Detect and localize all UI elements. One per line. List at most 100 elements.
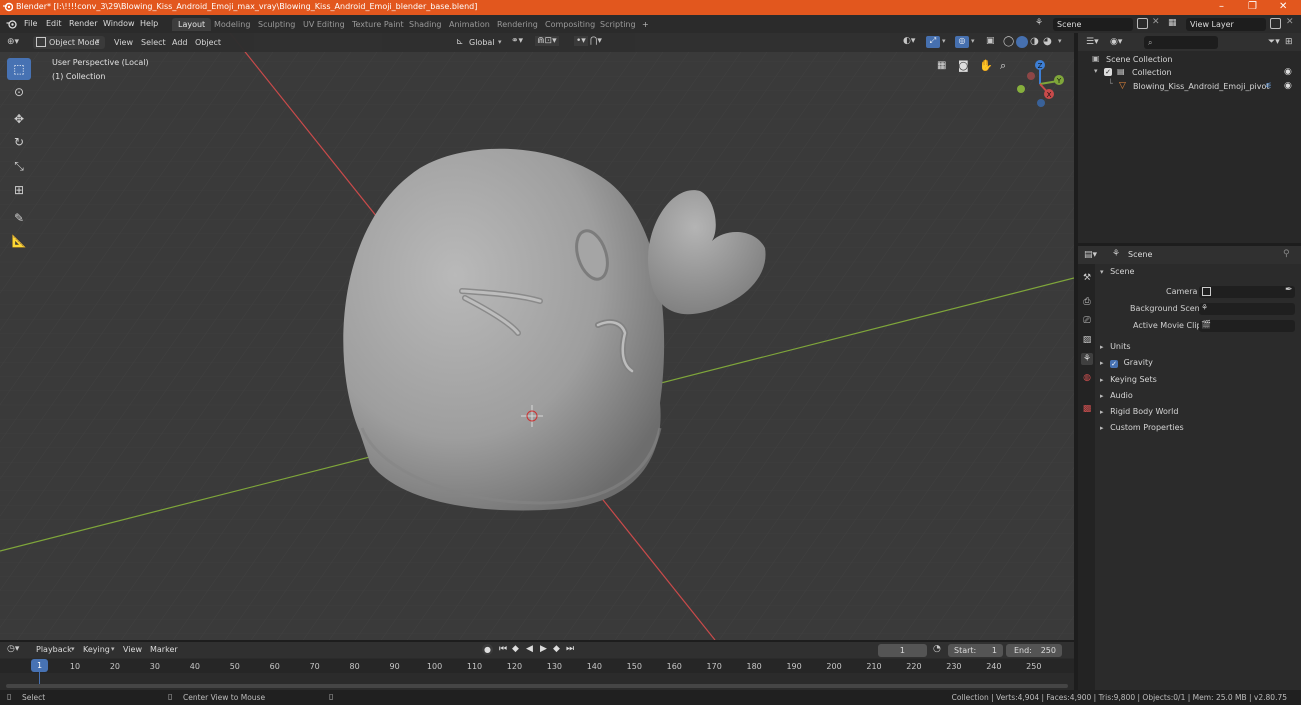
visibility-icon[interactable]: ◐▾: [903, 36, 915, 46]
units-panel-header[interactable]: ▸ Units: [1100, 342, 1131, 351]
tab-compositing[interactable]: Compositing: [539, 18, 601, 31]
scale-tool-icon[interactable]: ⤡: [7, 155, 31, 177]
select-box-tool-icon[interactable]: ⬚: [7, 58, 31, 80]
menu-keying[interactable]: Keying: [83, 645, 110, 654]
start-frame-field[interactable]: Start: 1: [948, 644, 1003, 657]
menu-select[interactable]: Select: [141, 38, 166, 47]
tab-sculpting[interactable]: Sculpting: [252, 18, 301, 31]
camera-field[interactable]: ✒: [1199, 285, 1295, 298]
tool-tab-icon[interactable]: ⚒: [1081, 272, 1093, 284]
transform-tool-icon[interactable]: ⊞: [7, 179, 31, 201]
display-mode-icon[interactable]: ◉▾: [1110, 37, 1122, 47]
cursor-tool-icon[interactable]: ⊙: [7, 81, 31, 103]
falloff-icon[interactable]: ⋂▾: [590, 36, 602, 46]
jump-keyframe-forward-icon[interactable]: ◆: [553, 644, 560, 654]
pan-view-icon[interactable]: ✋: [979, 59, 993, 72]
minimize-button[interactable]: –: [1219, 1, 1224, 12]
play-reverse-icon[interactable]: ◀: [526, 644, 533, 654]
outliner-row-scene-collection[interactable]: ▣ Scene Collection: [1078, 54, 1301, 67]
measure-tool-icon[interactable]: 📐: [7, 230, 31, 252]
navigation-gizmo[interactable]: Z Y X: [1013, 57, 1071, 113]
menu-add[interactable]: Add: [172, 38, 188, 47]
active-movie-clip-field[interactable]: 🎬: [1199, 320, 1295, 332]
snap-icon[interactable]: ⋒⊡▾: [535, 36, 559, 46]
menu-file[interactable]: File: [24, 19, 37, 28]
timeline-editor-type-icon[interactable]: ◷▾: [7, 644, 19, 654]
clock-icon[interactable]: ◔: [933, 644, 941, 654]
record-icon[interactable]: ●: [482, 644, 493, 655]
tab-rendering[interactable]: Rendering: [491, 18, 544, 31]
solid-shading-icon[interactable]: [1016, 36, 1028, 48]
tab-modeling[interactable]: Modeling: [208, 18, 256, 31]
playhead[interactable]: 1: [31, 659, 48, 672]
pin-icon[interactable]: ⚲: [1283, 249, 1290, 259]
tab-shading[interactable]: Shading: [403, 18, 448, 31]
chevron-down-icon[interactable]: ▾: [942, 37, 946, 45]
new-collection-icon[interactable]: ⊞: [1285, 37, 1293, 47]
eye-icon[interactable]: ◉: [1284, 67, 1292, 77]
eye-icon[interactable]: ◉: [1284, 81, 1292, 91]
rotate-tool-icon[interactable]: ↻: [7, 131, 31, 153]
world-tab-icon[interactable]: ◍: [1081, 372, 1093, 384]
material-shading-icon[interactable]: ◑: [1030, 36, 1039, 47]
end-frame-field[interactable]: End: 250: [1006, 644, 1062, 657]
render-tab-icon[interactable]: ⎙: [1081, 296, 1093, 308]
menu-edit[interactable]: Edit: [46, 19, 62, 28]
audio-panel-header[interactable]: ▸ Audio: [1100, 391, 1133, 400]
transform-orientation-icon[interactable]: ⊾: [456, 37, 464, 47]
move-tool-icon[interactable]: ✥: [7, 108, 31, 130]
expand-arrow-icon[interactable]: ▾: [1094, 67, 1098, 75]
gravity-checkbox[interactable]: ✓: [1110, 360, 1119, 368]
overlay-toggle-icon[interactable]: ◎: [955, 36, 969, 48]
3d-viewport[interactable]: [0, 33, 1074, 640]
current-frame-field[interactable]: 1: [878, 644, 927, 657]
menu-timeline-view[interactable]: View: [123, 645, 142, 654]
restore-button[interactable]: ❐: [1248, 1, 1257, 12]
menu-object[interactable]: Object: [195, 38, 221, 47]
chevron-down-icon[interactable]: ▾: [1058, 37, 1062, 45]
properties-editor-type-icon[interactable]: ▤▾: [1084, 250, 1097, 260]
chevron-down-icon[interactable]: ▾: [971, 37, 975, 45]
tab-texture-paint[interactable]: Texture Paint: [346, 18, 410, 31]
menu-help[interactable]: Help: [140, 19, 158, 28]
close-button[interactable]: ✕: [1279, 1, 1287, 12]
new-scene-icon[interactable]: [1137, 18, 1148, 29]
tab-layout[interactable]: Layout: [172, 18, 212, 31]
add-workspace-button[interactable]: +: [636, 18, 655, 31]
annotate-tool-icon[interactable]: ✎: [7, 207, 31, 229]
proportional-edit-icon[interactable]: •▾: [574, 36, 588, 46]
menu-view[interactable]: View: [114, 38, 133, 47]
rigid-body-world-panel-header[interactable]: ▸ Rigid Body World: [1100, 407, 1178, 416]
gravity-panel-header[interactable]: ▸ ✓ Gravity: [1100, 358, 1153, 368]
scene-selector-icon[interactable]: ⚘: [1035, 18, 1051, 30]
jump-keyframe-back-icon[interactable]: ◆: [512, 644, 519, 654]
wireframe-shading-icon[interactable]: ◯: [1003, 36, 1014, 47]
outliner-editor-type-icon[interactable]: ☰▾: [1086, 37, 1099, 47]
toggle-grid-view-icon[interactable]: ▦: [937, 60, 946, 71]
texture-tab-icon[interactable]: ▩: [1081, 403, 1093, 415]
remove-view-layer-icon[interactable]: ✕: [1286, 17, 1294, 27]
blender-menu-icon[interactable]: [6, 19, 17, 30]
output-tab-icon[interactable]: ⎚: [1081, 315, 1093, 327]
new-view-layer-icon[interactable]: [1270, 18, 1281, 29]
mode-dropdown[interactable]: Object Mode ▾: [33, 36, 105, 49]
timeline-scrollbar[interactable]: [6, 684, 1068, 688]
menu-window[interactable]: Window: [103, 19, 135, 28]
editor-type-icon[interactable]: ⊕▾: [7, 37, 19, 47]
outliner-search-input[interactable]: ⌕: [1144, 36, 1218, 49]
eyedropper-icon[interactable]: ✒: [1285, 285, 1293, 295]
camera-view-icon[interactable]: ◙: [958, 59, 969, 72]
filter-icon[interactable]: ⏷▾: [1268, 37, 1280, 47]
exclude-checkbox[interactable]: ✓: [1104, 68, 1112, 76]
background-scene-field[interactable]: ⚘: [1199, 303, 1295, 315]
jump-end-icon[interactable]: ⏭: [566, 644, 574, 654]
pivot-point-icon[interactable]: ⚭▾: [511, 36, 523, 46]
tab-scripting[interactable]: Scripting: [594, 18, 642, 31]
play-icon[interactable]: ▶: [540, 644, 547, 654]
scene-tab-icon[interactable]: ⚘: [1081, 353, 1093, 365]
keying-sets-panel-header[interactable]: ▸ Keying Sets: [1100, 375, 1157, 384]
tab-uv-editing[interactable]: UV Editing: [297, 18, 351, 31]
remove-scene-icon[interactable]: ✕: [1152, 17, 1160, 27]
menu-render[interactable]: Render: [69, 19, 97, 28]
xray-icon[interactable]: ▣: [986, 36, 995, 46]
